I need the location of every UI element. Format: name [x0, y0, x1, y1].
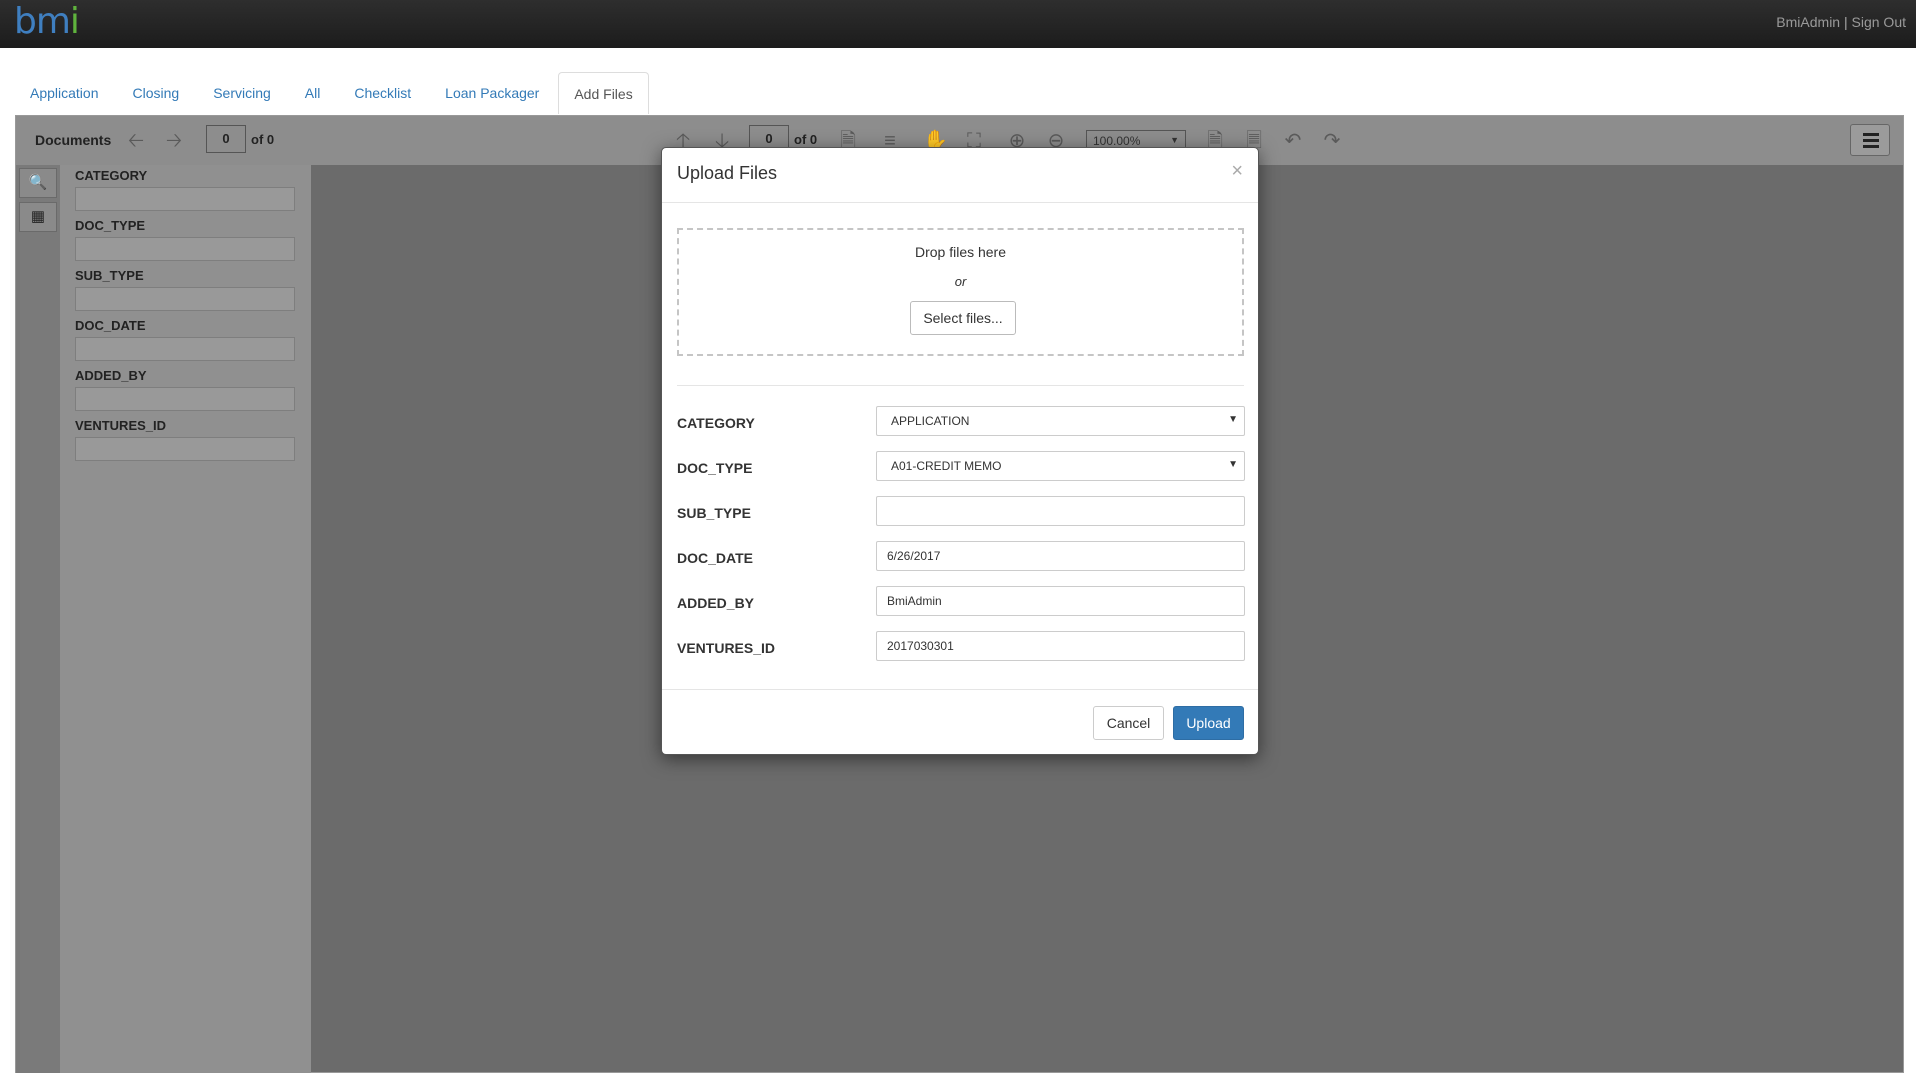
close-icon[interactable]: × [1231, 160, 1243, 183]
ventures-id-input[interactable]: 2017030301 [876, 631, 1245, 661]
modal-footer: Cancel Upload [662, 689, 1258, 754]
redo-icon[interactable]: ↷ [1320, 129, 1344, 153]
ventures-id-row: VENTURES_ID 2017030301 [677, 631, 1245, 663]
user-links: BmiAdmin | Sign Out [1776, 14, 1906, 30]
thumbnails-icon[interactable]: ▦ [19, 202, 57, 232]
filter-input[interactable] [75, 187, 295, 211]
doc-type-select[interactable]: A01-CREDIT MEMO ▼ [876, 451, 1245, 481]
tab-servicing[interactable]: Servicing [198, 72, 286, 114]
tab-checklist[interactable]: Checklist [339, 72, 426, 114]
upload-files-modal: Upload Files × Drop files here or Select… [661, 147, 1259, 755]
filter-label: VENTURES_ID [75, 418, 167, 433]
select-files-button[interactable]: Select files... [910, 301, 1016, 335]
filter-label: SUB_TYPE [75, 268, 144, 283]
sub-type-row: SUB_TYPE [677, 496, 1245, 528]
bmi-logo[interactable]: bmi [14, 2, 80, 42]
top-navbar: bmi BmiAdmin | Sign Out [0, 0, 1916, 48]
prev-document-icon[interactable]: 🡠 [124, 129, 148, 153]
filter-category: CATEGORY [75, 168, 295, 211]
or-text: or [954, 274, 967, 289]
filter-label: DOC_TYPE [75, 218, 146, 233]
page-count: of 0 [794, 132, 818, 147]
filter-label: ADDED_BY [75, 368, 147, 383]
ventures-id-label: VENTURES_ID [677, 640, 776, 656]
side-strip: 🔍 ▦ [16, 165, 60, 1073]
menu-icon[interactable] [1850, 124, 1890, 156]
added-by-input[interactable]: BmiAdmin [876, 586, 1245, 616]
sub-type-label: SUB_TYPE [677, 505, 751, 521]
filter-input[interactable] [75, 287, 295, 311]
category-row: CATEGORY APPLICATION ▼ [677, 406, 1245, 438]
added-by-row: ADDED_BY BmiAdmin [677, 586, 1245, 618]
documents-label: Documents [35, 132, 112, 148]
divider [677, 385, 1244, 386]
doc-type-label: DOC_TYPE [677, 460, 753, 476]
category-label: CATEGORY [677, 415, 755, 431]
filter-panel: CATEGORY DOC_TYPE SUB_TYPE DOC_DATE ADDE… [60, 165, 311, 1073]
filter-label: DOC_DATE [75, 318, 146, 333]
filter-input[interactable] [75, 387, 295, 411]
filter-doc-date: DOC_DATE [75, 318, 295, 361]
upload-button[interactable]: Upload [1173, 706, 1244, 740]
category-select[interactable]: APPLICATION ▼ [876, 406, 1245, 436]
search-icon[interactable]: 🔍 [19, 168, 57, 198]
added-by-label: ADDED_BY [677, 595, 755, 611]
filter-doc-type: DOC_TYPE [75, 218, 295, 261]
next-document-icon[interactable]: 🡢 [162, 129, 186, 153]
cancel-button[interactable]: Cancel [1093, 706, 1164, 740]
doc-date-label: DOC_DATE [677, 550, 753, 566]
doc-date-row: DOC_DATE 6/26/2017 [677, 541, 1245, 573]
document-count: of 0 [251, 132, 275, 147]
tab-all[interactable]: All [290, 72, 336, 114]
separator: | [1843, 14, 1848, 30]
filter-input[interactable] [75, 237, 295, 261]
undo-icon[interactable]: ↶ [1281, 129, 1305, 153]
drop-files-text: Drop files here [914, 244, 1007, 260]
sub-type-input[interactable] [876, 496, 1245, 526]
tab-application[interactable]: Application [15, 72, 114, 114]
chevron-down-icon: ▼ [1228, 459, 1238, 470]
doc-date-input[interactable]: 6/26/2017 [876, 541, 1245, 571]
tab-add-files[interactable]: Add Files [558, 72, 649, 114]
file-dropzone[interactable]: Drop files here or Select files... [677, 228, 1244, 356]
modal-header: Upload Files × [662, 148, 1258, 203]
main-tabs: Application Closing Servicing All Checkl… [15, 72, 653, 114]
filter-label: CATEGORY [75, 168, 148, 183]
filter-input[interactable] [75, 437, 295, 461]
filter-ventures-id: VENTURES_ID [75, 418, 295, 461]
doc-type-row: DOC_TYPE A01-CREDIT MEMO ▼ [677, 451, 1245, 483]
chevron-down-icon: ▼ [1228, 414, 1238, 425]
username-link[interactable]: BmiAdmin [1776, 14, 1840, 30]
filter-input[interactable] [75, 337, 295, 361]
filter-sub-type: SUB_TYPE [75, 268, 295, 311]
document-number-input[interactable]: 0 [206, 125, 246, 153]
sign-out-link[interactable]: Sign Out [1852, 14, 1906, 30]
tab-closing[interactable]: Closing [118, 72, 195, 114]
tab-loan-packager[interactable]: Loan Packager [430, 72, 554, 114]
modal-title: Upload Files [677, 163, 778, 183]
filter-added-by: ADDED_BY [75, 368, 295, 411]
